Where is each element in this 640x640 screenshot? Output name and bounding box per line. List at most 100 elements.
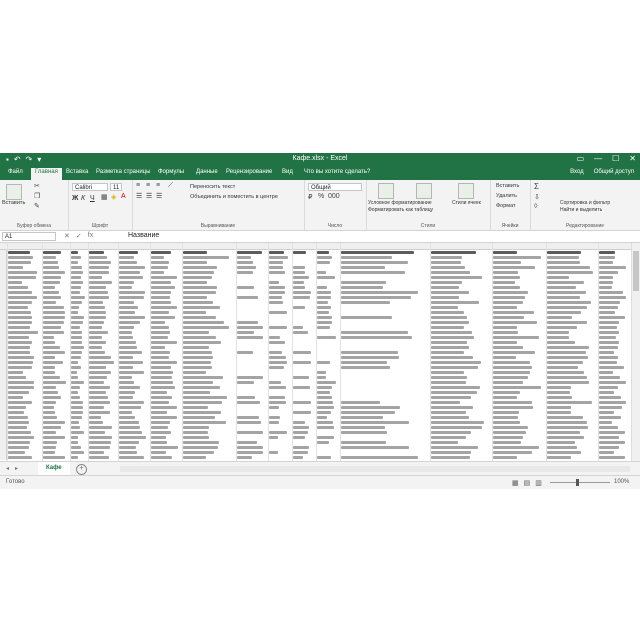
table-cell[interactable] [547,411,571,414]
enter-icon[interactable]: ✓ [76,232,82,240]
table-cell[interactable] [183,426,209,429]
table-cell[interactable] [341,401,380,404]
table-cell[interactable] [151,401,169,404]
table-cell[interactable] [151,356,169,359]
table-cell[interactable] [89,431,105,434]
table-cell[interactable] [493,251,517,254]
table-cell[interactable] [8,311,31,314]
table-cell[interactable] [547,341,575,344]
paste-icon[interactable] [6,184,22,200]
table-cell[interactable] [71,356,81,359]
table-cell[interactable] [71,366,81,369]
table-cell[interactable] [341,426,385,429]
table-cell[interactable] [89,311,106,314]
table-cell[interactable] [599,266,626,269]
table-cell[interactable] [493,261,521,264]
table-cell[interactable] [599,301,620,304]
table-cell[interactable] [151,391,167,394]
wrap-text-button[interactable]: Переносить текст [190,184,235,190]
table-cell[interactable] [269,436,278,439]
table-cell[interactable] [293,296,310,299]
name-box[interactable]: A1 [2,232,56,241]
format-painter-icon[interactable]: ✎ [34,202,40,210]
tab-home[interactable]: Главная [31,168,62,180]
table-cell[interactable] [183,386,220,389]
table-cell[interactable] [293,386,310,389]
table-cell[interactable] [317,401,333,404]
table-cell[interactable] [599,436,619,439]
table-cell[interactable] [183,291,216,294]
table-cell[interactable] [599,386,618,389]
table-cell[interactable] [269,336,280,339]
table-cell[interactable] [493,281,515,284]
table-cell[interactable] [183,456,206,459]
table-cell[interactable] [151,371,173,374]
table-cell[interactable] [119,356,133,359]
table-cell[interactable] [431,436,466,439]
share-button[interactable]: Общий доступ [594,169,634,175]
table-cell[interactable] [599,431,625,434]
table-cell[interactable] [269,341,285,344]
table-cell[interactable] [269,256,288,259]
table-cell[interactable] [151,326,169,329]
table-cell[interactable] [119,371,144,374]
table-cell[interactable] [71,266,82,269]
table-cell[interactable] [151,311,169,314]
table-cell[interactable] [317,426,334,429]
table-cell[interactable] [431,411,466,414]
table-cell[interactable] [341,431,387,434]
delete-cells-button[interactable]: Удалить [496,193,517,199]
table-cell[interactable] [431,311,464,314]
table-cell[interactable] [89,436,112,439]
table-cell[interactable] [183,441,219,444]
horizontal-scrollbar[interactable] [120,466,630,472]
table-cell[interactable] [151,446,178,449]
table-cell[interactable] [293,286,305,289]
autosum-icon[interactable]: Σ [534,182,539,191]
table-cell[interactable] [43,301,56,304]
table-cell[interactable] [89,451,104,454]
table-cell[interactable] [237,431,263,434]
align-right-icon[interactable]: ☰ [156,192,162,200]
table-cell[interactable] [151,251,171,254]
table-cell[interactable] [119,281,134,284]
table-cell[interactable] [119,291,145,294]
table-cell[interactable] [341,331,408,334]
table-cell[interactable] [317,376,326,379]
table-cell[interactable] [8,441,30,444]
table-cell[interactable] [89,316,106,319]
table-cell[interactable] [183,351,212,354]
table-cell[interactable] [293,266,305,269]
table-cell[interactable] [493,391,520,394]
table-cell[interactable] [269,401,286,404]
table-cell[interactable] [151,271,164,274]
align-center-icon[interactable]: ☰ [146,192,152,200]
table-cell[interactable] [269,451,278,454]
table-cell[interactable] [599,421,612,424]
table-cell[interactable] [237,326,263,329]
table-cell[interactable] [89,391,106,394]
table-cell[interactable] [43,316,65,319]
font-size-select[interactable]: 11 [110,183,122,191]
table-cell[interactable] [293,436,305,439]
table-cell[interactable] [547,281,584,284]
table-cell[interactable] [43,366,55,369]
tab-view[interactable]: Вид [282,169,293,175]
table-cell[interactable] [547,301,591,304]
table-cell[interactable] [269,281,279,284]
align-middle-icon[interactable]: ≡ [146,182,150,189]
table-cell[interactable] [431,346,469,349]
table-cell[interactable] [599,311,615,314]
table-cell[interactable] [493,346,523,349]
table-cell[interactable] [269,351,282,354]
table-cell[interactable] [183,446,218,449]
table-cell[interactable] [183,361,211,364]
table-cell[interactable] [317,276,335,279]
table-cell[interactable] [237,266,256,269]
table-cell[interactable] [237,441,257,444]
table-cell[interactable] [547,296,580,299]
table-cell[interactable] [151,341,177,344]
table-cell[interactable] [119,421,139,424]
table-cell[interactable] [341,336,412,339]
table-cell[interactable] [43,256,56,259]
